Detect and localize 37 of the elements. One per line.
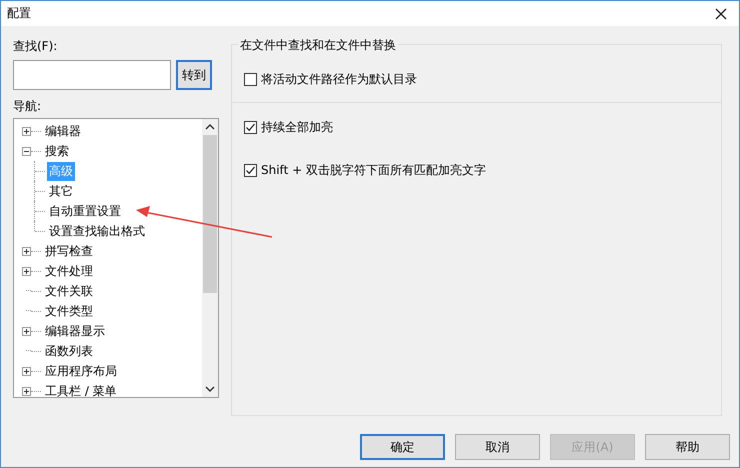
navigation-label: 导航: [13,98,42,115]
dialog-button[interactable]: 确定 [360,434,445,460]
scrollbar-thumb[interactable] [203,135,217,293]
checkbox[interactable] [244,121,257,134]
expander-icon[interactable] [22,266,31,276]
expander-icon[interactable] [22,126,31,136]
expander-icon[interactable] [22,326,31,336]
group-title: 在文件中查找和在文件中替换 [238,37,398,54]
search-field[interactable] [13,60,171,90]
checkbox-label: 持续全部加亮 [261,119,333,136]
checkbox-label: 将活动文件路径作为默认目录 [261,71,417,88]
tree-item[interactable]: 自动重置设置 [47,202,123,220]
tree-item[interactable]: 编辑器 [43,122,83,140]
expander-icon[interactable] [22,246,31,256]
tree-item[interactable]: 函数列表 [43,342,95,360]
tree-item[interactable]: 文件关联 [43,282,95,300]
expander-icon[interactable] [22,366,31,376]
checkbox[interactable] [244,164,257,177]
checkbox[interactable] [244,73,257,86]
tree-item[interactable]: 工具栏 / 菜单 [43,382,119,400]
dialog-button[interactable]: 帮助 [645,434,730,460]
tree-item[interactable]: 设置查找输出格式 [47,222,147,240]
tree-item[interactable]: 编辑器显示 [43,322,107,340]
tree-item[interactable]: 文件处理 [43,262,95,280]
expander-icon[interactable] [22,146,31,156]
tree-item[interactable]: 拼写检查 [43,242,95,260]
tree-item[interactable]: 搜索 [43,142,71,160]
tree-item[interactable]: 应用程序布局 [43,362,119,380]
go-button[interactable]: 转到 [176,60,212,90]
tree-item[interactable]: 其它 [47,182,75,200]
tree-item[interactable]: 文件类型 [43,302,95,320]
close-icon[interactable] [715,8,727,20]
search-label: 查找(F): [13,38,58,55]
checkbox-label: Shift + 双击脱字符下面所有匹配加亮文字 [261,162,486,179]
dialog-button[interactable]: 取消 [455,434,540,460]
expander-icon[interactable] [22,386,31,396]
window-title: 配置 [7,5,31,22]
